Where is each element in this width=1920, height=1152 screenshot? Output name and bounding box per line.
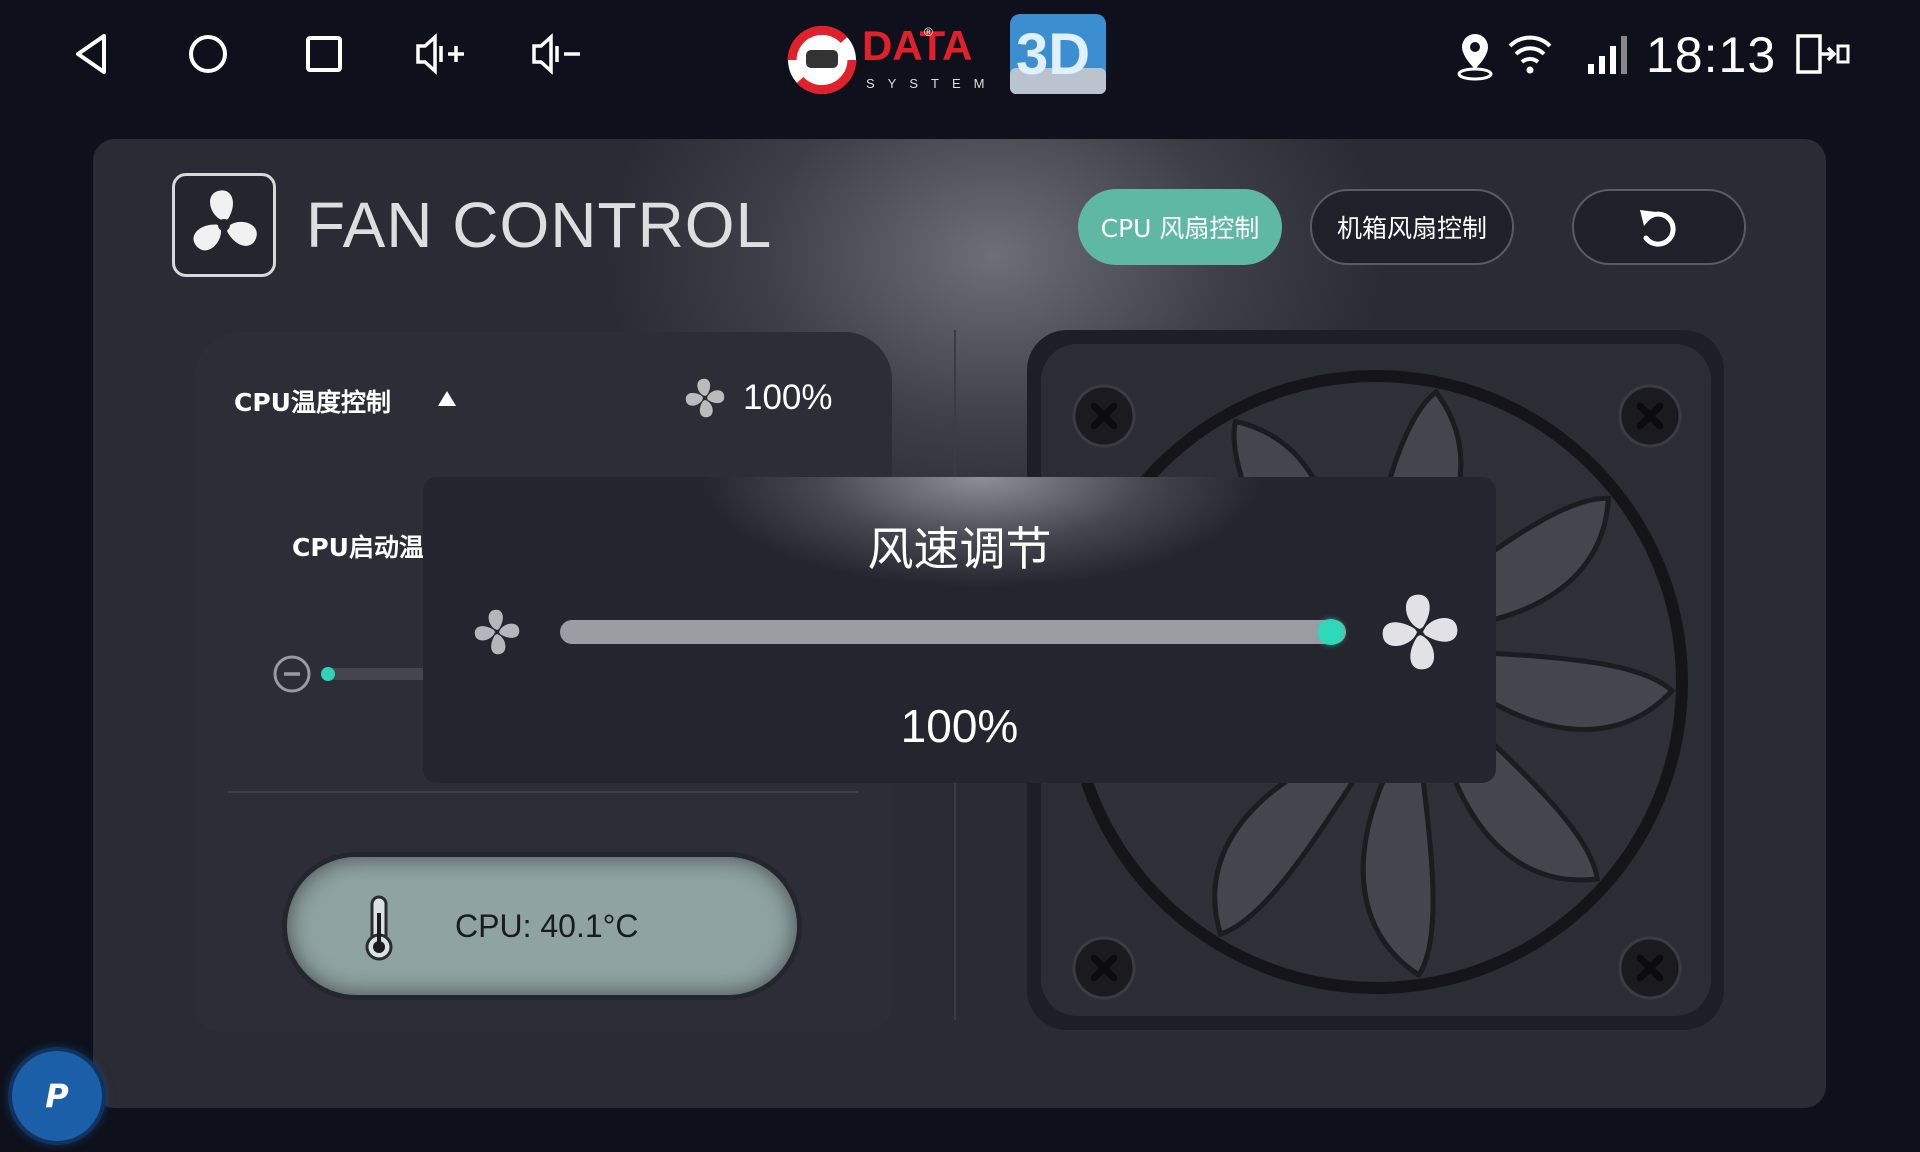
tab-cpu-fan[interactable]: CPU 风扇控制: [1078, 189, 1282, 265]
parking-assist-button[interactable]: P: [12, 1051, 102, 1141]
fan-speed-dialog: 风速调节 100%: [423, 477, 1496, 783]
thermometer-icon: [365, 895, 393, 961]
cpu-start-temp-label: CPU启动温: [292, 533, 424, 562]
fan-speed-value: 100%: [743, 378, 833, 417]
fan-slow-icon: [474, 609, 520, 655]
clock: 18:13: [1646, 27, 1777, 83]
volume-up-icon[interactable]: [410, 24, 470, 84]
fan-fast-icon: [1382, 594, 1458, 670]
decrease-button[interactable]: [272, 654, 312, 694]
fan-speed-percentage: 100%: [900, 700, 1019, 752]
start-temp-slider[interactable]: [322, 668, 432, 680]
cpu-temperature-value: CPU: 40.1°C: [455, 908, 639, 944]
recents-icon[interactable]: [294, 24, 354, 84]
logo-badge: 3D: [1016, 22, 1090, 87]
collapse-caret-icon[interactable]: [438, 391, 456, 406]
signal-icon: [1584, 24, 1634, 84]
cpu-temp-control-label: CPU温度控制: [234, 388, 391, 417]
undo-icon: [1640, 210, 1676, 247]
wifi-icon: [1504, 24, 1556, 84]
back-icon[interactable]: [62, 24, 122, 84]
divider: [228, 791, 858, 793]
start-temp-slider-thumb[interactable]: [321, 667, 335, 681]
page-title: FAN CONTROL: [306, 189, 773, 261]
home-icon[interactable]: [178, 24, 238, 84]
logo-text: DATA: [862, 22, 972, 69]
tab-case-fan[interactable]: 机箱风扇控制: [1310, 189, 1514, 265]
screen-switch-icon[interactable]: [1794, 24, 1852, 84]
dialog-title: 风速调节: [867, 522, 1052, 576]
location-icon: [1452, 24, 1498, 84]
back-button[interactable]: [1572, 189, 1746, 265]
volume-down-icon[interactable]: [526, 24, 586, 84]
logo-subtext: SYSTEM: [866, 76, 997, 91]
fan-speed-slider[interactable]: [560, 620, 1346, 644]
fan-speed-slider-thumb[interactable]: [1318, 619, 1344, 645]
fan-speed-icon: [685, 378, 725, 418]
status-bar: DATA ® SYSTEM 3D 18:13: [0, 0, 1920, 110]
fan-logo-icon: [172, 173, 276, 277]
svg-text:®: ®: [924, 25, 933, 39]
parking-label: P: [45, 1077, 69, 1115]
brand-logo: DATA ® SYSTEM 3D: [784, 8, 1114, 104]
